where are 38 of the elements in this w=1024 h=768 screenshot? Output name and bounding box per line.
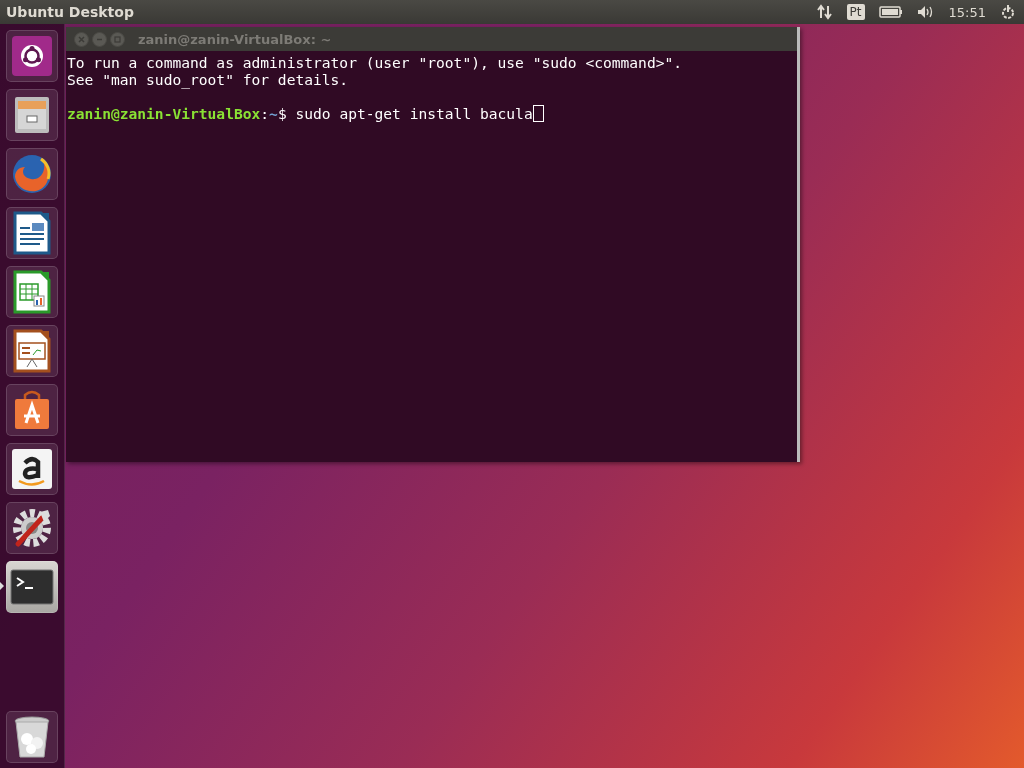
clock[interactable]: 15:51 <box>948 4 986 20</box>
ubuntu-logo-icon <box>12 36 52 76</box>
launcher-item[interactable] <box>6 266 58 318</box>
text-document-icon <box>13 211 51 255</box>
close-icon <box>78 35 85 43</box>
launcher-item[interactable] <box>6 502 58 554</box>
text-cursor <box>532 105 544 122</box>
volume-icon <box>916 5 935 19</box>
spreadsheet-icon <box>13 270 51 314</box>
terminal-output-line: To run a command as administrator (user "root"), use "sudo <command>". <box>67 54 684 71</box>
trash-can-icon <box>12 715 52 759</box>
file-cabinet-icon <box>12 95 52 135</box>
gear-wrench-icon <box>10 506 54 550</box>
launcher-item[interactable] <box>6 711 58 763</box>
network-arrows-icon <box>816 4 833 20</box>
launcher-item[interactable] <box>6 325 58 377</box>
prompt-separator: : <box>260 105 270 122</box>
maximize-icon <box>114 35 121 43</box>
terminal-icon <box>10 569 54 605</box>
battery-icon <box>878 6 903 18</box>
launcher-item[interactable] <box>6 443 58 495</box>
launcher-item[interactable] <box>6 384 58 436</box>
terminal-output-line: See "man sudo_root" for details. <box>67 71 350 88</box>
launcher-item[interactable] <box>6 148 58 200</box>
terminal-command: $ sudo apt-get install bacula <box>277 105 533 122</box>
launcher-item[interactable] <box>6 89 58 141</box>
running-indicator-icon <box>0 582 4 590</box>
globe-fox-icon <box>11 153 53 195</box>
presentation-icon <box>13 329 51 373</box>
prompt-path: ~ <box>269 105 278 122</box>
window-title: zanin@zanin-VirtualBox: ~ <box>138 31 332 47</box>
launcher-item[interactable] <box>6 207 58 259</box>
letter-a-logo-icon <box>11 448 53 490</box>
power-settings-icon <box>1000 4 1016 20</box>
desktop-title: Ubuntu Desktop <box>6 4 135 20</box>
keyboard-layout-indicator[interactable]: Pt <box>846 4 865 20</box>
launcher-item[interactable] <box>6 30 58 82</box>
prompt-user-host: zanin@zanin-VirtualBox <box>67 105 261 122</box>
